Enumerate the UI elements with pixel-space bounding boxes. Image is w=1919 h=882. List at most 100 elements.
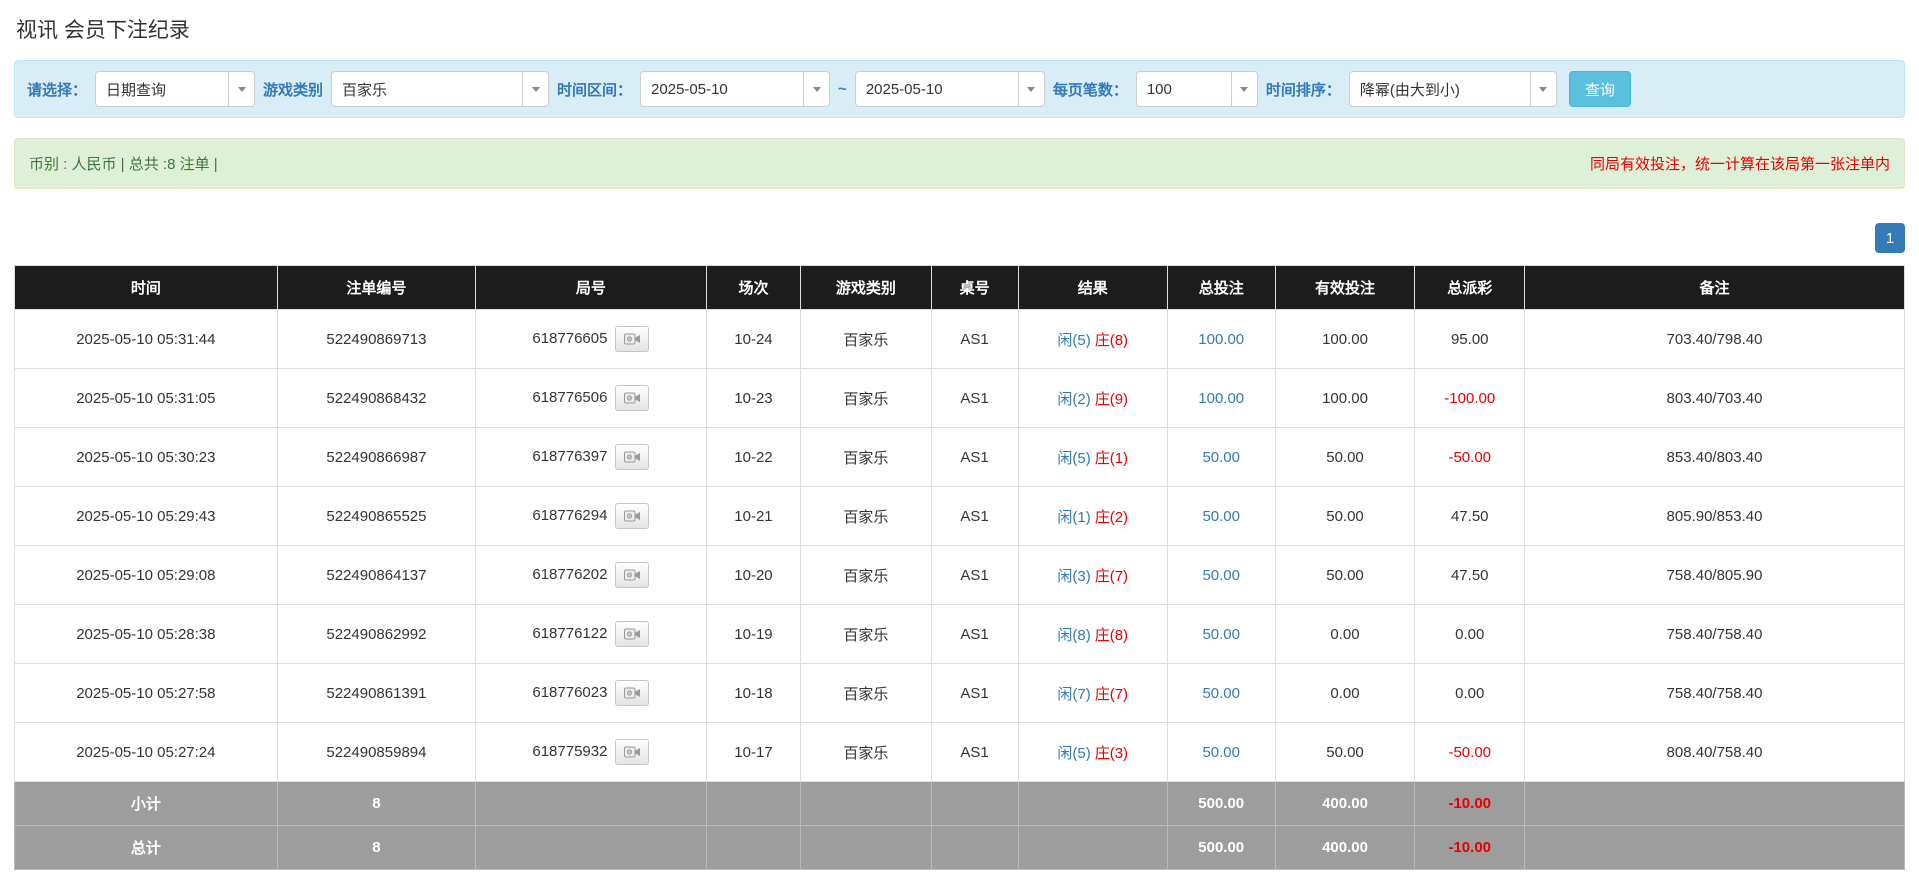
game-type-cell: 百家乐 — [801, 310, 931, 369]
player-result: 闲(5) — [1057, 745, 1090, 762]
query-type-dropdown-button[interactable] — [228, 72, 254, 106]
game-type-cell: 百家乐 — [801, 369, 931, 428]
round-cell: 618775932 — [476, 723, 707, 782]
remark-cell: 803.40/703.40 — [1525, 369, 1905, 428]
column-header: 总投注 — [1167, 266, 1275, 310]
table-no-cell: AS1 — [931, 664, 1018, 723]
summary-row: 总计8500.00400.00-10.00 — [15, 826, 1905, 870]
summary-empty-cell — [1525, 782, 1905, 826]
search-button[interactable]: 查询 — [1569, 71, 1631, 107]
sort-dropdown-button[interactable] — [1530, 72, 1556, 106]
time-cell: 2025-05-10 05:31:05 — [15, 369, 278, 428]
round-id: 618775932 — [532, 743, 607, 760]
round-id: 618776397 — [532, 448, 607, 465]
total-bet-link[interactable]: 50.00 — [1202, 744, 1240, 761]
date-to-value: 2025-05-10 — [856, 72, 1018, 106]
summary-row: 小计8500.00400.00-10.00 — [15, 782, 1905, 826]
table-row: 2025-05-10 05:31:44522490869713618776605… — [15, 310, 1905, 369]
replay-button[interactable] — [615, 326, 649, 352]
total-bet-link[interactable]: 50.00 — [1202, 449, 1240, 466]
replay-button[interactable] — [615, 680, 649, 706]
replay-button[interactable] — [615, 385, 649, 411]
column-header: 时间 — [15, 266, 278, 310]
date-from-dropdown-button[interactable] — [803, 72, 829, 106]
total-bet-link[interactable]: 50.00 — [1202, 508, 1240, 525]
video-replay-icon — [624, 627, 641, 641]
chevron-down-icon — [813, 87, 821, 92]
summary-empty-cell — [476, 826, 707, 870]
per-page-select[interactable]: 100 — [1136, 71, 1258, 107]
sort-select[interactable]: 降幂(由大到小) — [1349, 71, 1557, 107]
replay-button[interactable] — [615, 503, 649, 529]
total-bet-cell: 50.00 — [1167, 723, 1275, 782]
column-header: 场次 — [706, 266, 801, 310]
column-header: 结果 — [1018, 266, 1167, 310]
date-to-select[interactable]: 2025-05-10 — [855, 71, 1045, 107]
summary-count: 8 — [277, 826, 475, 870]
round-id: 618776294 — [532, 507, 607, 524]
bet-records-table: 时间注单编号局号场次游戏类别桌号结果总投注有效投注总派彩备注 2025-05-1… — [14, 265, 1905, 870]
total-bet-link[interactable]: 100.00 — [1198, 390, 1244, 407]
game-type-cell: 百家乐 — [801, 605, 931, 664]
replay-button[interactable] — [615, 444, 649, 470]
query-type-select[interactable]: 日期查询 — [95, 71, 255, 107]
table-row: 2025-05-10 05:28:38522490862992618776122… — [15, 605, 1905, 664]
chevron-down-icon — [1539, 87, 1547, 92]
video-replay-icon — [624, 450, 641, 464]
session-cell: 10-22 — [706, 428, 801, 487]
currency-summary-text: 币别 : 人民币 | 总共 :8 注单 | — [29, 153, 218, 174]
chevron-down-icon — [532, 87, 540, 92]
summary-empty-cell — [801, 826, 931, 870]
replay-button[interactable] — [615, 621, 649, 647]
player-result: 闲(3) — [1057, 568, 1090, 585]
date-to-dropdown-button[interactable] — [1018, 72, 1044, 106]
summary-label: 小计 — [15, 782, 278, 826]
banker-result: 庄(1) — [1095, 450, 1128, 467]
payout-cell: 47.50 — [1415, 546, 1525, 605]
round-id: 618776605 — [532, 330, 607, 347]
bet-id-cell: 522490864137 — [277, 546, 475, 605]
per-page-dropdown-button[interactable] — [1231, 72, 1257, 106]
round-cell: 618776202 — [476, 546, 707, 605]
total-bet-link[interactable]: 50.00 — [1202, 567, 1240, 584]
summary-label: 总计 — [15, 826, 278, 870]
replay-button[interactable] — [615, 739, 649, 765]
total-bet-cell: 50.00 — [1167, 546, 1275, 605]
game-type-cell: 百家乐 — [801, 428, 931, 487]
table-row: 2025-05-10 05:29:43522490865525618776294… — [15, 487, 1905, 546]
summary-empty-cell — [1525, 826, 1905, 870]
round-cell: 618776605 — [476, 310, 707, 369]
summary-empty-cell — [801, 782, 931, 826]
table-no-cell: AS1 — [931, 428, 1018, 487]
round-id: 618776023 — [532, 684, 607, 701]
page-button[interactable]: 1 — [1875, 223, 1905, 253]
game-type-select[interactable]: 百家乐 — [331, 71, 549, 107]
total-bet-cell: 50.00 — [1167, 487, 1275, 546]
bet-id-cell: 522490859894 — [277, 723, 475, 782]
summary-bar: 币别 : 人民币 | 总共 :8 注单 | 同局有效投注，统一计算在该局第一张注… — [14, 138, 1905, 189]
remark-cell: 805.90/853.40 — [1525, 487, 1905, 546]
banker-result: 庄(8) — [1095, 332, 1128, 349]
date-from-select[interactable]: 2025-05-10 — [640, 71, 830, 107]
result-cell: 闲(5)庄(8) — [1018, 310, 1167, 369]
table-header-row: 时间注单编号局号场次游戏类别桌号结果总投注有效投注总派彩备注 — [15, 266, 1905, 310]
game-type-selected-value: 百家乐 — [332, 72, 522, 106]
game-type-dropdown-button[interactable] — [522, 72, 548, 106]
time-cell: 2025-05-10 05:28:38 — [15, 605, 278, 664]
total-bet-link[interactable]: 100.00 — [1198, 331, 1244, 348]
total-bet-link[interactable]: 50.00 — [1202, 626, 1240, 643]
table-no-cell: AS1 — [931, 487, 1018, 546]
player-result: 闲(1) — [1057, 509, 1090, 526]
per-page-label: 每页笔数： — [1053, 79, 1128, 100]
video-replay-icon — [624, 332, 641, 346]
total-bet-cell: 100.00 — [1167, 369, 1275, 428]
replay-button[interactable] — [615, 562, 649, 588]
table-no-cell: AS1 — [931, 605, 1018, 664]
table-row: 2025-05-10 05:27:58522490861391618776023… — [15, 664, 1905, 723]
total-bet-link[interactable]: 50.00 — [1202, 685, 1240, 702]
video-replay-icon — [624, 686, 641, 700]
result-cell: 闲(5)庄(1) — [1018, 428, 1167, 487]
session-cell: 10-21 — [706, 487, 801, 546]
time-cell: 2025-05-10 05:30:23 — [15, 428, 278, 487]
table-no-cell: AS1 — [931, 546, 1018, 605]
